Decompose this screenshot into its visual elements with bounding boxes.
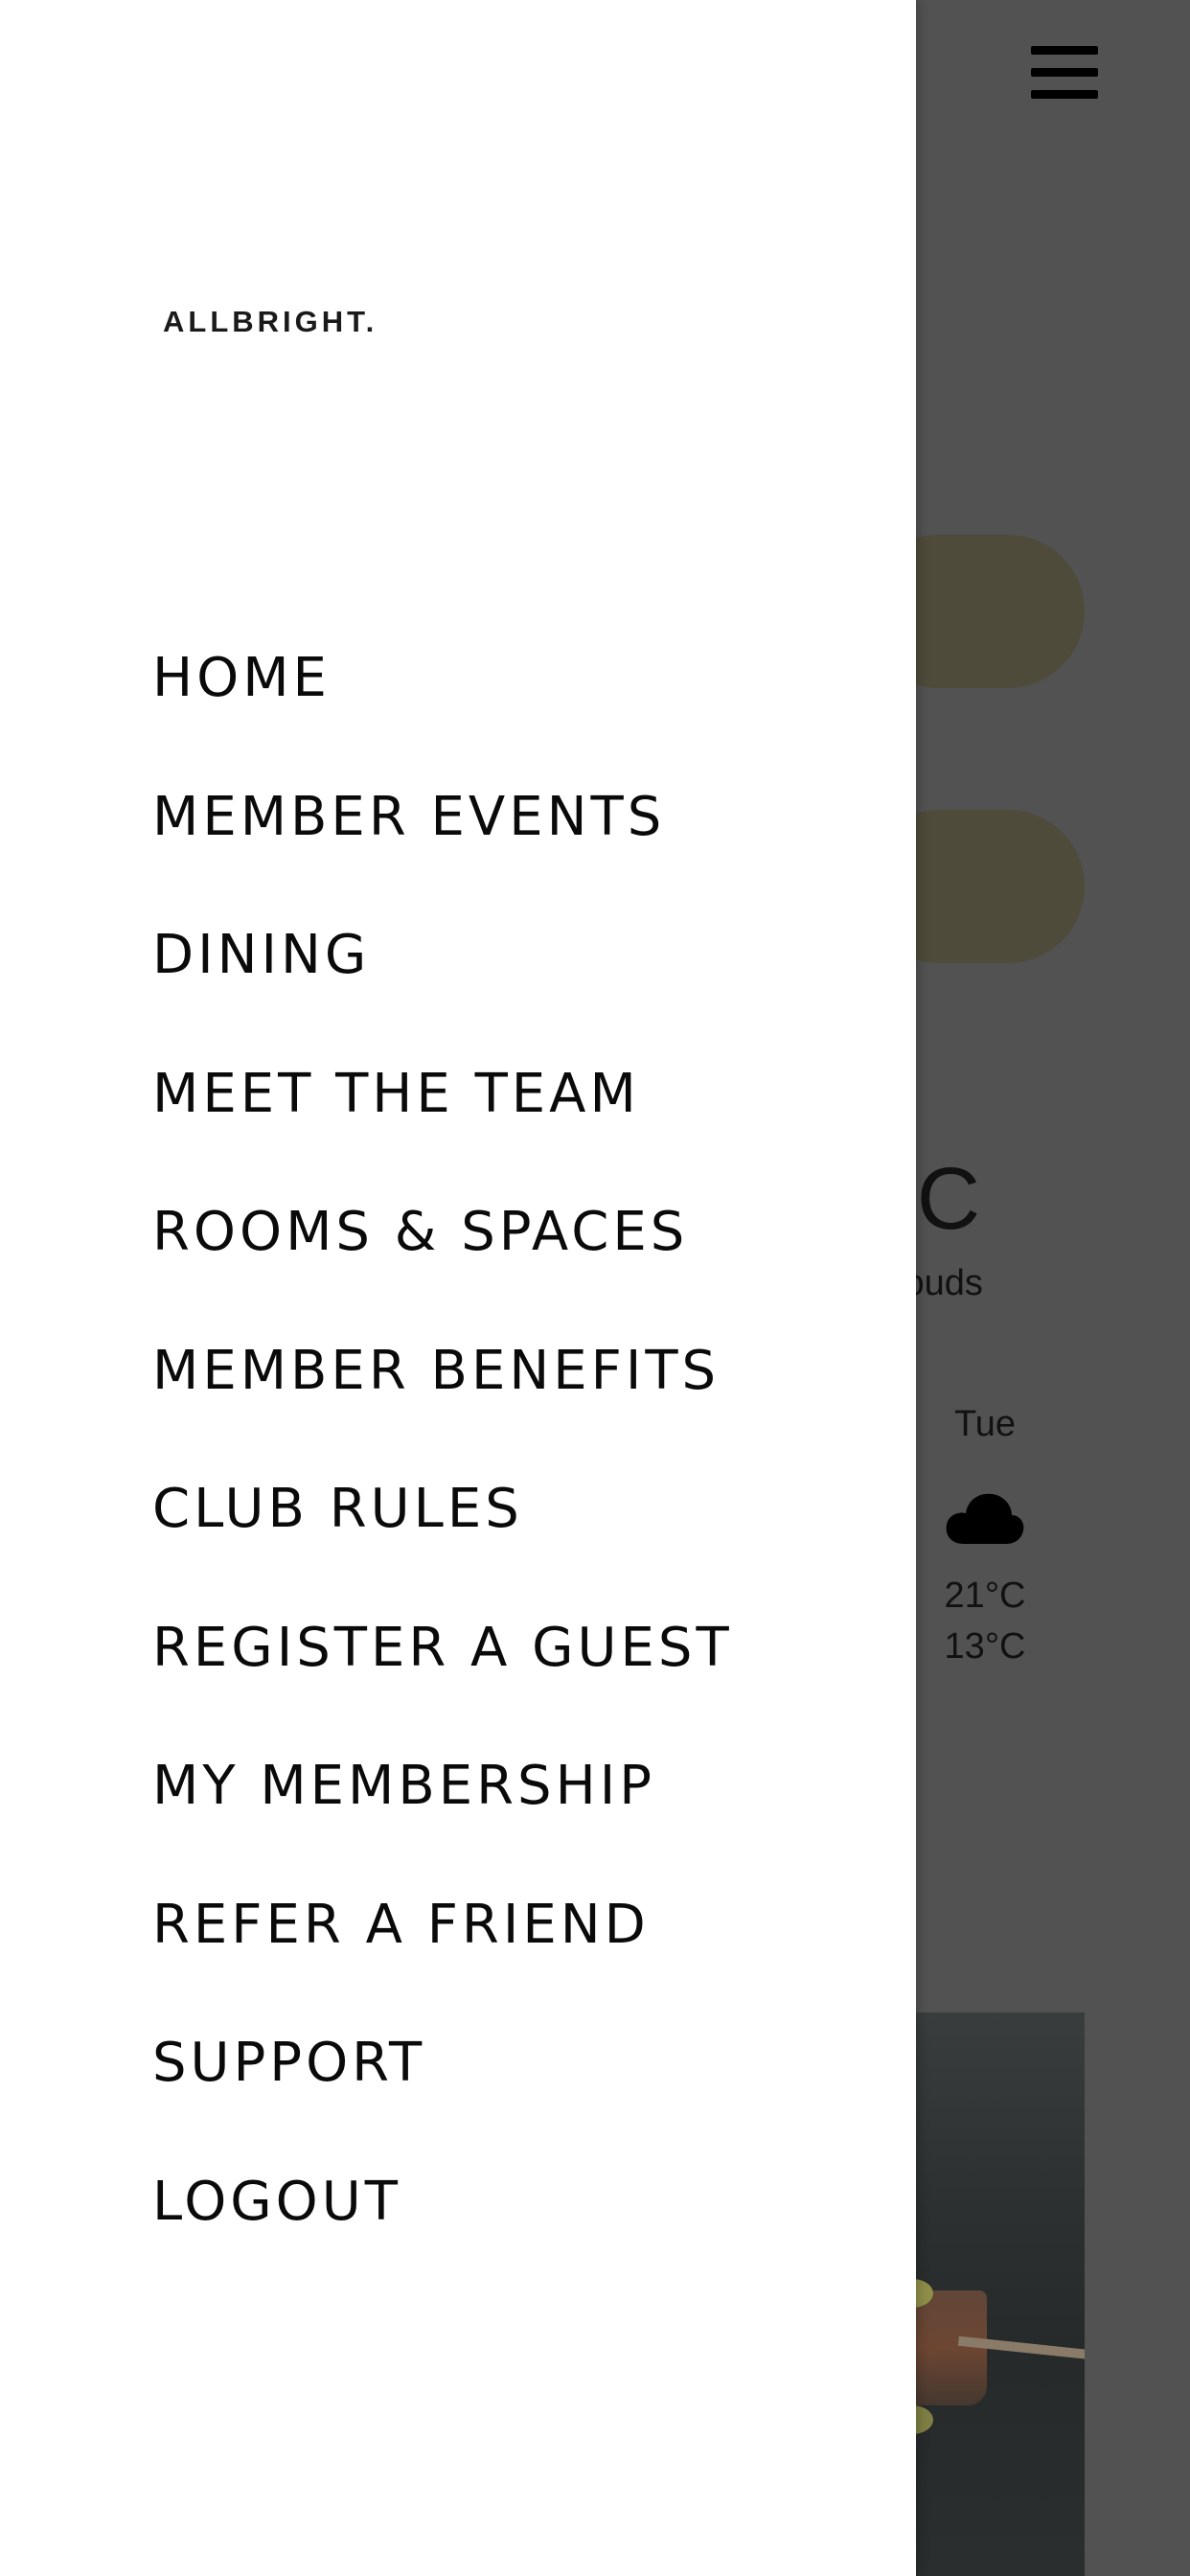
menu-item-refer-a-friend[interactable]: REFER A FRIEND <box>152 1891 733 2030</box>
menu-item-rooms-spaces[interactable]: ROOMS & SPACES <box>152 1198 733 1337</box>
menu-item-logout[interactable]: LOGOUT <box>152 2168 733 2307</box>
hamburger-menu-icon[interactable] <box>1031 46 1098 100</box>
menu-item-meet-the-team[interactable]: MEET THE TEAM <box>152 1060 733 1199</box>
cloud-icon <box>946 1493 1024 1544</box>
navigation-drawer: ALLBRIGHT. HOME MEMBER EVENTS DINING MEE… <box>0 0 916 2576</box>
menu-item-my-membership[interactable]: MY MEMBERSHIP <box>152 1752 733 1891</box>
hamburger-bar <box>1031 90 1098 99</box>
menu-item-member-benefits[interactable]: MEMBER BENEFITS <box>152 1337 733 1476</box>
menu-item-dining[interactable]: DINING <box>152 921 733 1060</box>
menu-item-club-rules[interactable]: CLUB RULES <box>152 1475 733 1614</box>
allbright-logo[interactable]: ALLBRIGHT. <box>163 305 378 339</box>
menu-item-register-a-guest[interactable]: REGISTER A GUEST <box>152 1614 733 1753</box>
drawer-menu: HOME MEMBER EVENTS DINING MEET THE TEAM … <box>152 644 733 2306</box>
forecast-day: Tue 21°C 13°C <box>918 1404 1052 1672</box>
forecast-day-label: Tue <box>953 1404 1017 1444</box>
hamburger-bar <box>1031 46 1098 55</box>
menu-item-home[interactable]: HOME <box>152 644 733 783</box>
menu-item-support[interactable]: SUPPORT <box>152 2029 733 2168</box>
hamburger-bar <box>1031 68 1098 77</box>
forecast-high-temp: 21°C <box>944 1576 1026 1616</box>
forecast-low-temp: 13°C <box>944 1626 1026 1667</box>
menu-item-member-events[interactable]: MEMBER EVENTS <box>152 783 733 922</box>
